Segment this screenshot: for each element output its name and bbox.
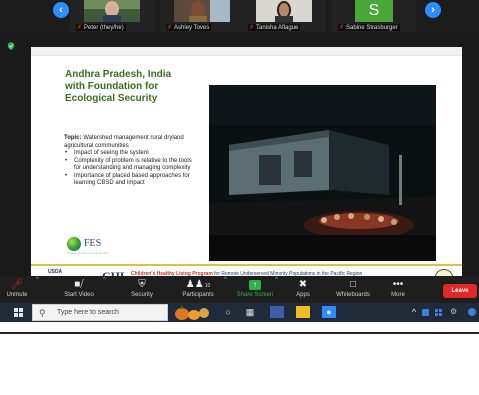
divider [0, 332, 479, 334]
share-screen-icon: ↑ [249, 280, 261, 290]
shield-icon: ⛨ [138, 279, 146, 290]
more-button[interactable]: ••• More [384, 278, 412, 303]
slide-title: Andhra Pradesh, India with Foundation fo… [65, 69, 172, 104]
participant-name: ✗ Tanisha Aflague [248, 24, 301, 31]
apps-icon: ✖ [298, 279, 308, 290]
windows-start-icon[interactable] [14, 308, 23, 317]
people-icon: ♟♟ [185, 279, 204, 290]
apps-button[interactable]: ✖ Apps [288, 278, 318, 303]
sticky-notes-icon[interactable] [296, 306, 310, 318]
participant-name: ✗ Peter (they/he) [76, 24, 126, 31]
zoom-app-icon[interactable] [270, 306, 284, 318]
shield-icon [7, 42, 15, 50]
participant-tile[interactable]: S ✗ Sabine Strasburger [332, 0, 416, 32]
participant-tile[interactable]: ✗ Peter (they/he) [70, 0, 154, 32]
participant-name: ✗ Ashley Toves [166, 24, 212, 31]
mic-muted-icon: ✗ [249, 25, 255, 31]
participant-strip: ‹ ✗ Peter (they/he) ✗ Ashley Toves ✗ Tan… [0, 0, 479, 32]
topic-text: Watershed management rural dryland agric… [64, 135, 184, 149]
slide-topic-text: Topic: Watershed management rural drylan… [64, 135, 199, 188]
presentation-slide: Andhra Pradesh, India with Foundation fo… [31, 47, 462, 294]
chevron-up-icon[interactable]: ^ [224, 277, 227, 283]
zoom-meeting-window: ‹ ✗ Peter (they/he) ✗ Ashley Toves ✗ Tan… [0, 0, 479, 322]
share-screen-button[interactable]: ↑ Share Screen [230, 278, 280, 303]
participant-name: ✗ Sabine Strasburger [338, 24, 400, 31]
mic-muted-icon: ✗ [167, 25, 173, 31]
chevron-up-icon[interactable]: ^ [103, 277, 106, 283]
search-icon: ⚲ [39, 308, 46, 318]
participant-video [256, 0, 312, 22]
participants-button[interactable]: ♟♟10 Participants [174, 278, 222, 303]
participant-video [174, 0, 230, 22]
globe-icon [67, 237, 81, 251]
search-highlight-icon[interactable] [172, 304, 212, 321]
list-item: Impact of seeing the system [64, 150, 199, 158]
chevron-up-icon[interactable]: ^ [36, 277, 39, 283]
unmute-button[interactable]: 🎤︎ Unmute [1, 278, 33, 303]
mic-muted-icon: 🎤︎ [10, 279, 24, 290]
more-icon: ••• [392, 279, 404, 290]
chevron-left-icon[interactable]: ‹ [53, 2, 69, 18]
topic-label: Topic: [64, 135, 82, 141]
start-video-button[interactable]: ■⧸ Start Video [54, 278, 104, 303]
cortana-icon[interactable]: ○ [222, 306, 234, 318]
participant-tile[interactable]: ✗ Ashley Toves [160, 0, 244, 32]
settings-icon[interactable]: ⚙ [450, 307, 457, 316]
task-view-icon[interactable]: ▦ [244, 306, 256, 318]
tray-app-icon[interactable] [422, 309, 429, 316]
leave-button[interactable]: Leave [443, 284, 477, 298]
meeting-toolbar: 🎤︎ Unmute ^ ■⧸ Start Video ^ ⛨ Security … [0, 276, 479, 303]
bullet-list: Impact of seeing the system Complexity o… [64, 150, 199, 188]
chevron-up-icon[interactable]: ^ [410, 306, 418, 318]
bluetooth-icon[interactable] [468, 308, 476, 316]
slide-header-bar [31, 47, 462, 56]
grid-icon[interactable] [435, 309, 442, 316]
chevron-right-icon[interactable]: › [425, 2, 441, 18]
windows-taskbar: ⚲ Type here to search ○ ▦ ● ^ ⚙ [0, 303, 479, 322]
taskbar-search-box[interactable]: ⚲ Type here to search [32, 304, 168, 321]
participant-video [84, 0, 140, 22]
whiteboard-icon: □ [349, 279, 357, 290]
list-item: Importance of placed based approaches fo… [64, 173, 199, 188]
chevron-up-icon[interactable]: ^ [275, 277, 278, 283]
mic-muted-icon: ✗ [339, 25, 345, 31]
video-off-icon: ■⧸ [74, 279, 84, 290]
mic-muted-icon: ✗ [77, 25, 83, 31]
participants-count: 10 [204, 283, 211, 289]
participant-tile[interactable]: ✗ Tanisha Aflague [242, 0, 326, 32]
slide-photo [209, 85, 436, 261]
zoom-meeting-icon[interactable]: ● [322, 306, 336, 318]
security-button[interactable]: ⛨ Security [122, 278, 162, 303]
search-placeholder: Type here to search [57, 309, 119, 316]
whiteboards-button[interactable]: □ Whiteboards [325, 278, 381, 303]
avatar: S [355, 0, 393, 22]
list-item: Complexity of problem is relative to the… [64, 158, 199, 173]
usda-logo: USDA [48, 269, 63, 275]
